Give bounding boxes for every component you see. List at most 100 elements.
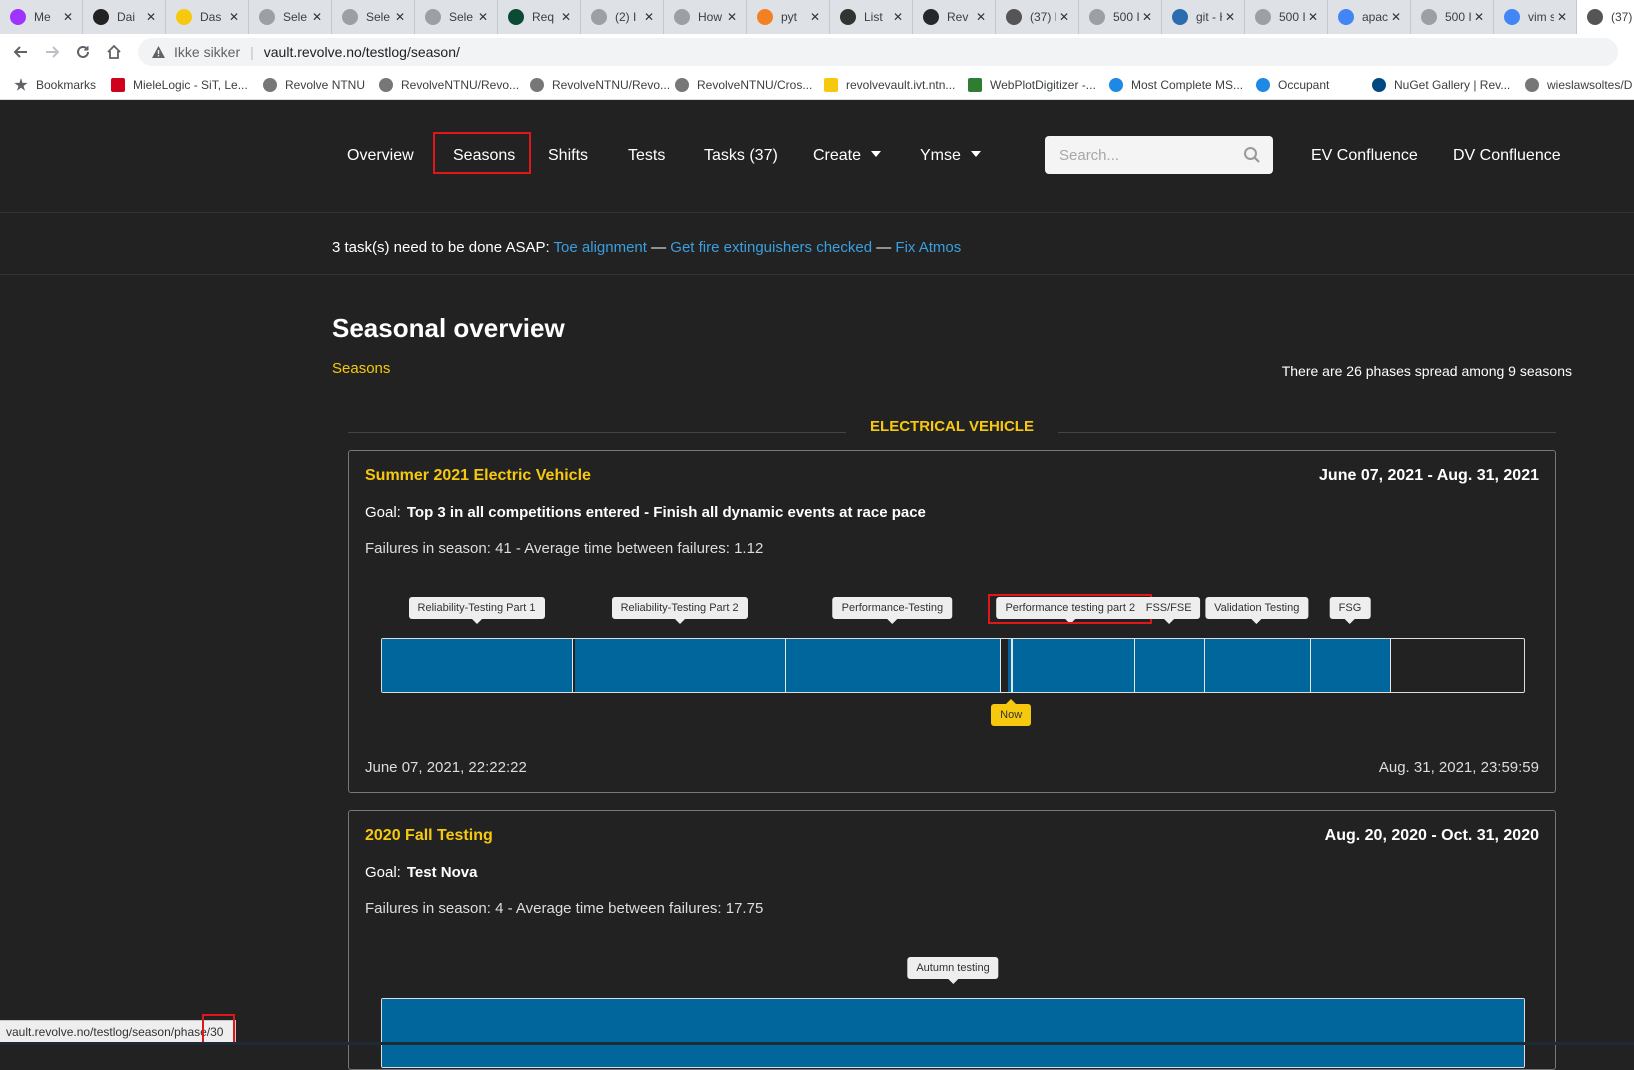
season-title[interactable]: 2020 Fall Testing [365, 827, 493, 845]
browser-tab[interactable]: apache✕ [1328, 0, 1411, 34]
nav-tests[interactable]: Tests [628, 148, 665, 164]
browser-tab[interactable]: 500 Inte✕ [1411, 0, 1494, 34]
phase-bar[interactable] [1204, 639, 1311, 692]
phase-label[interactable]: Validation Testing [1205, 597, 1309, 624]
close-tab-icon[interactable]: ✕ [1471, 10, 1487, 24]
close-tab-icon[interactable]: ✕ [973, 10, 989, 24]
close-tab-icon[interactable]: ✕ [1139, 10, 1155, 24]
nav-overview[interactable]: Overview [347, 148, 414, 164]
search-icon[interactable] [1243, 146, 1261, 164]
bookmark-item[interactable]: RevolveNTNU/Cros... [675, 70, 812, 100]
bookmark-item[interactable]: Revolve NTNU [263, 70, 365, 100]
close-tab-icon[interactable]: ✕ [392, 10, 408, 24]
browser-tab[interactable]: vim scro✕ [1494, 0, 1577, 34]
bookmark-item[interactable]: wieslawsoltes/D [1525, 70, 1632, 100]
close-tab-icon[interactable]: ✕ [724, 10, 740, 24]
bookmark-item[interactable]: revolvevault.ivt.ntn... [824, 70, 955, 100]
browser-tab-title: (37) Rev [1030, 10, 1056, 24]
browser-tab[interactable]: (2) I ✕ [581, 0, 664, 34]
close-tab-icon[interactable]: ✕ [475, 10, 491, 24]
close-tab-icon[interactable]: ✕ [226, 10, 242, 24]
close-tab-icon[interactable]: ✕ [890, 10, 906, 24]
browser-tab[interactable]: Me ✕ [0, 0, 83, 34]
nav-ev-confluence[interactable]: EV Confluence [1311, 148, 1418, 164]
browser-tab[interactable]: Req ✕ [498, 0, 581, 34]
phase-bar[interactable] [575, 639, 786, 692]
github-icon [379, 78, 393, 92]
close-tab-icon[interactable]: ✕ [1222, 10, 1238, 24]
close-tab-icon[interactable]: ✕ [309, 10, 325, 24]
browser-tab[interactable]: Sele ✕ [249, 0, 332, 34]
phase-bar[interactable] [1310, 639, 1391, 692]
browser-tab[interactable]: 500 Inte✕ [1245, 0, 1328, 34]
phase-bar[interactable] [1007, 639, 1135, 692]
close-tab-icon[interactable]: ✕ [641, 10, 657, 24]
phase-bar[interactable] [785, 639, 1001, 692]
search-input[interactable] [1045, 136, 1235, 174]
phase-label[interactable]: Reliability-Testing Part 1 [408, 597, 545, 624]
reload-button[interactable] [69, 34, 97, 70]
phase-label[interactable]: Autumn testing [907, 957, 999, 984]
browser-tab[interactable]: git - Ho✕ [1162, 0, 1245, 34]
bookmark-label: WebPlotDigitizer -... [990, 78, 1096, 92]
browser-tab[interactable]: Dai ✕ [83, 0, 166, 34]
nav-shifts[interactable]: Shifts [548, 148, 588, 164]
bookmark-item[interactable]: MieleLogic - SiT, Le... [111, 70, 248, 100]
address-bar[interactable]: Ikke sikker | vault.revolve.no/testlog/s… [138, 38, 1618, 66]
browser-tab[interactable]: 500 Inte✕ [1079, 0, 1162, 34]
phase-bar[interactable] [382, 999, 1524, 1067]
bookmark-item[interactable]: Bookmarks [14, 70, 96, 100]
bookmark-item[interactable]: WebPlotDigitizer -... [968, 70, 1096, 100]
browser-tab[interactable]: Sele ✕ [332, 0, 415, 34]
bookmark-item[interactable]: Most Complete MS... [1109, 70, 1243, 100]
task-link-fix-atmos[interactable]: Fix Atmos [895, 239, 961, 256]
section-heading-electrical-vehicle: ELECTRICAL VEHICLE [870, 418, 1034, 435]
nav-ymse-dropdown[interactable]: Ymse [920, 148, 981, 164]
phase-label[interactable]: Reliability-Testing Part 2 [611, 597, 748, 624]
task-link-fire-extinguishers[interactable]: Get fire extinguishers checked [670, 239, 872, 256]
phase-bar[interactable] [1134, 639, 1205, 692]
close-tab-icon[interactable]: ✕ [60, 10, 76, 24]
browser-tab[interactable]: pyt ✕ [747, 0, 830, 34]
bookmark-item[interactable]: RevolveNTNU/Revo... [530, 70, 670, 100]
breadcrumb-seasons[interactable]: Seasons [332, 360, 390, 377]
nav-dv-confluence[interactable]: DV Confluence [1453, 148, 1561, 164]
forward-arrow-icon [46, 46, 60, 58]
close-tab-icon[interactable]: ✕ [143, 10, 159, 24]
close-tab-icon[interactable]: ✕ [558, 10, 574, 24]
close-tab-icon[interactable]: ✕ [1056, 10, 1072, 24]
browser-tab-title: (2) I [615, 10, 637, 24]
browser-tab[interactable]: (37)✕ [1577, 0, 1634, 34]
browser-tab[interactable]: Rev ✕ [913, 0, 996, 34]
url-text[interactable]: vault.revolve.no/testlog/season/ [264, 44, 460, 60]
caret-down-icon [871, 150, 882, 157]
browser-tab[interactable]: Sele ✕ [415, 0, 498, 34]
bookmark-item[interactable]: Occupant [1256, 70, 1329, 100]
forward-button[interactable] [38, 34, 66, 70]
django-icon [508, 9, 524, 25]
nav-create-dropdown[interactable]: Create [813, 148, 882, 164]
phase-bar[interactable] [382, 639, 574, 692]
season-title[interactable]: Summer 2021 Electric Vehicle [365, 467, 591, 485]
browser-tab[interactable]: (37) Rev✕ [996, 0, 1079, 34]
bookmark-label: Most Complete MS... [1131, 78, 1244, 92]
close-tab-icon[interactable]: ✕ [1388, 10, 1404, 24]
phase-label[interactable]: FSS/FSE [1136, 597, 1201, 624]
bookmark-item[interactable]: RevolveNTNU/Revo... [379, 70, 519, 100]
phase-label[interactable]: FSG [1329, 597, 1371, 624]
browser-tab[interactable]: Das ✕ [166, 0, 249, 34]
bookmark-label: Occupant [1278, 78, 1330, 92]
close-tab-icon[interactable]: ✕ [807, 10, 823, 24]
home-button[interactable] [100, 34, 128, 70]
task-link-toe-alignment[interactable]: Toe alignment [554, 239, 647, 256]
nav-tasks[interactable]: Tasks (37) [704, 148, 778, 164]
back-button[interactable] [7, 34, 35, 70]
phase-label[interactable]: Performance-Testing [832, 597, 953, 624]
browser-tab[interactable]: How ✕ [664, 0, 747, 34]
search-box [1045, 136, 1273, 174]
bookmark-item[interactable]: NuGet Gallery | Rev... [1372, 70, 1510, 100]
browser-tab-title: Rev [947, 10, 969, 24]
close-tab-icon[interactable]: ✕ [1305, 10, 1321, 24]
close-tab-icon[interactable]: ✕ [1554, 10, 1570, 24]
browser-tab[interactable]: List ✕ [830, 0, 913, 34]
